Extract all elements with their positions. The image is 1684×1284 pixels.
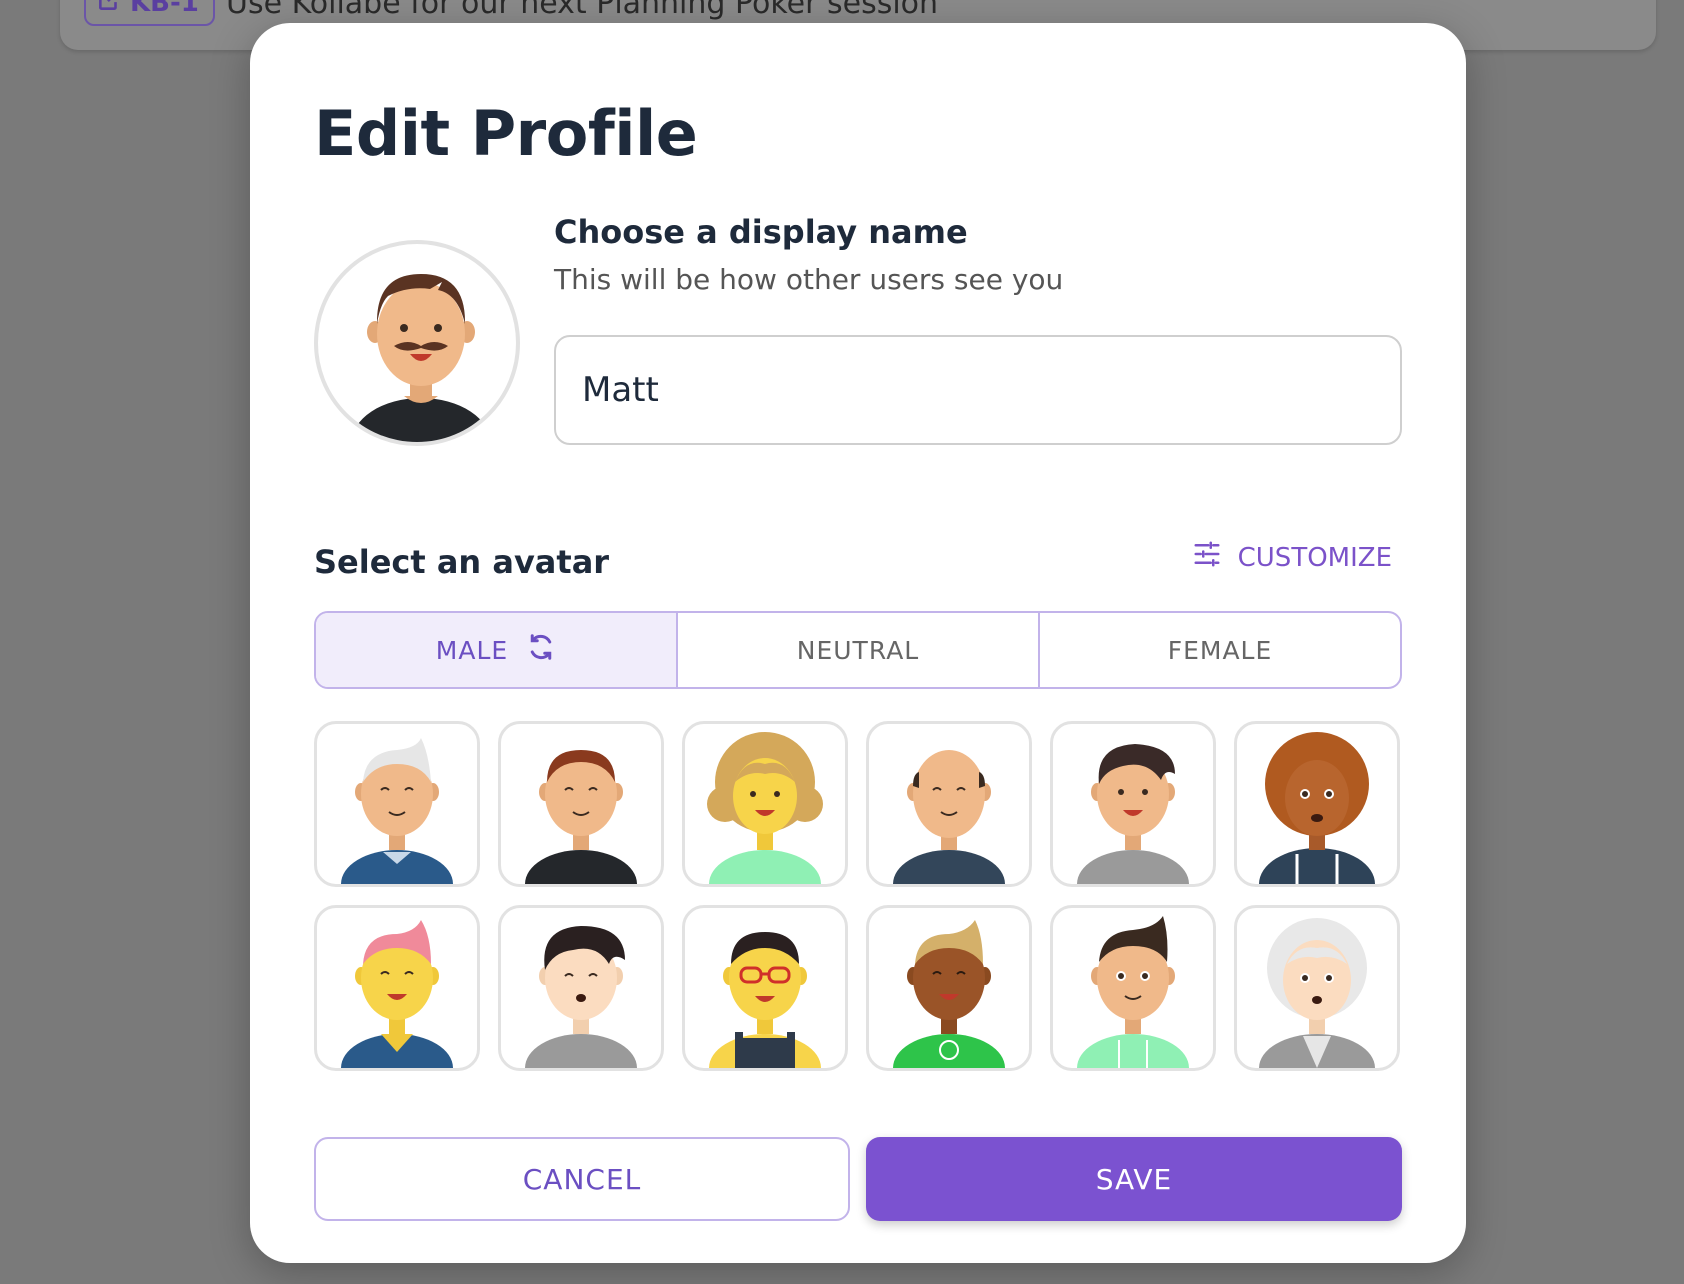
display-name-input[interactable] bbox=[554, 335, 1402, 445]
avatar-blonde-skull-shirt bbox=[893, 920, 1005, 1068]
display-name-heading: Choose a display name bbox=[554, 213, 968, 251]
avatar-glasses-overalls bbox=[709, 932, 821, 1068]
edit-profile-modal: Edit Profile Choose a display name This … bbox=[250, 23, 1466, 1263]
current-avatar bbox=[314, 240, 520, 446]
tab-male-label: MALE bbox=[435, 635, 509, 665]
ticket-badge: KB-1 bbox=[84, 0, 215, 26]
save-button[interactable]: SAVE bbox=[866, 1137, 1402, 1221]
avatar-option[interactable] bbox=[1234, 721, 1400, 887]
tab-neutral[interactable]: NEUTRAL bbox=[676, 613, 1038, 687]
avatar-heading: Select an avatar bbox=[314, 543, 610, 581]
avatar-pink-hair-blue-sweater bbox=[341, 920, 453, 1068]
avatar-option[interactable] bbox=[682, 721, 848, 887]
avatar-curly-blonde-green-shirt bbox=[707, 732, 823, 884]
avatar-quiff-mint-hoodie bbox=[1077, 916, 1189, 1068]
external-link-icon bbox=[96, 0, 122, 20]
ticket-id: KB-1 bbox=[130, 0, 199, 18]
avatar-option[interactable] bbox=[1050, 721, 1216, 887]
avatar-white-hair-blue-shirt bbox=[341, 738, 453, 884]
avatar-bald-navy-shirt bbox=[893, 750, 1005, 884]
ticket-title: Use Kollabe for our next Planning Poker … bbox=[226, 0, 939, 21]
modal-title: Edit Profile bbox=[314, 97, 698, 170]
tab-neutral-label: NEUTRAL bbox=[796, 635, 920, 665]
refresh-icon[interactable] bbox=[526, 632, 556, 668]
tab-female[interactable]: FEMALE bbox=[1038, 613, 1400, 687]
cancel-button[interactable]: CANCEL bbox=[314, 1137, 850, 1221]
avatar-red-hair-black-shirt bbox=[525, 750, 637, 884]
avatar-option[interactable] bbox=[1050, 905, 1216, 1071]
avatar-category-tabs: MALE NEUTRAL FEMALE bbox=[314, 611, 1402, 689]
avatar-dark-hair-gray-shirt bbox=[1077, 744, 1189, 884]
display-name-subtitle: This will be how other users see you bbox=[554, 263, 1064, 296]
avatar-option[interactable] bbox=[682, 905, 848, 1071]
avatar-afro-hoodie bbox=[1259, 732, 1375, 884]
avatar-option[interactable] bbox=[866, 721, 1032, 887]
tab-female-label: FEMALE bbox=[1167, 635, 1273, 665]
sliders-icon bbox=[1192, 539, 1222, 576]
avatar-option[interactable] bbox=[314, 721, 480, 887]
avatar-option[interactable] bbox=[498, 721, 664, 887]
avatar-black-hair-gray-shirt bbox=[525, 926, 637, 1068]
avatar-option[interactable] bbox=[866, 905, 1032, 1071]
avatar-option[interactable] bbox=[1234, 905, 1400, 1071]
customize-button[interactable]: CUSTOMIZE bbox=[1192, 539, 1392, 576]
customize-label: CUSTOMIZE bbox=[1237, 542, 1392, 573]
avatar-grid bbox=[314, 721, 1402, 1071]
avatar-white-hair-blazer bbox=[1259, 918, 1375, 1068]
avatar-option[interactable] bbox=[498, 905, 664, 1071]
avatar-option[interactable] bbox=[314, 905, 480, 1071]
tab-male[interactable]: MALE bbox=[316, 613, 676, 687]
